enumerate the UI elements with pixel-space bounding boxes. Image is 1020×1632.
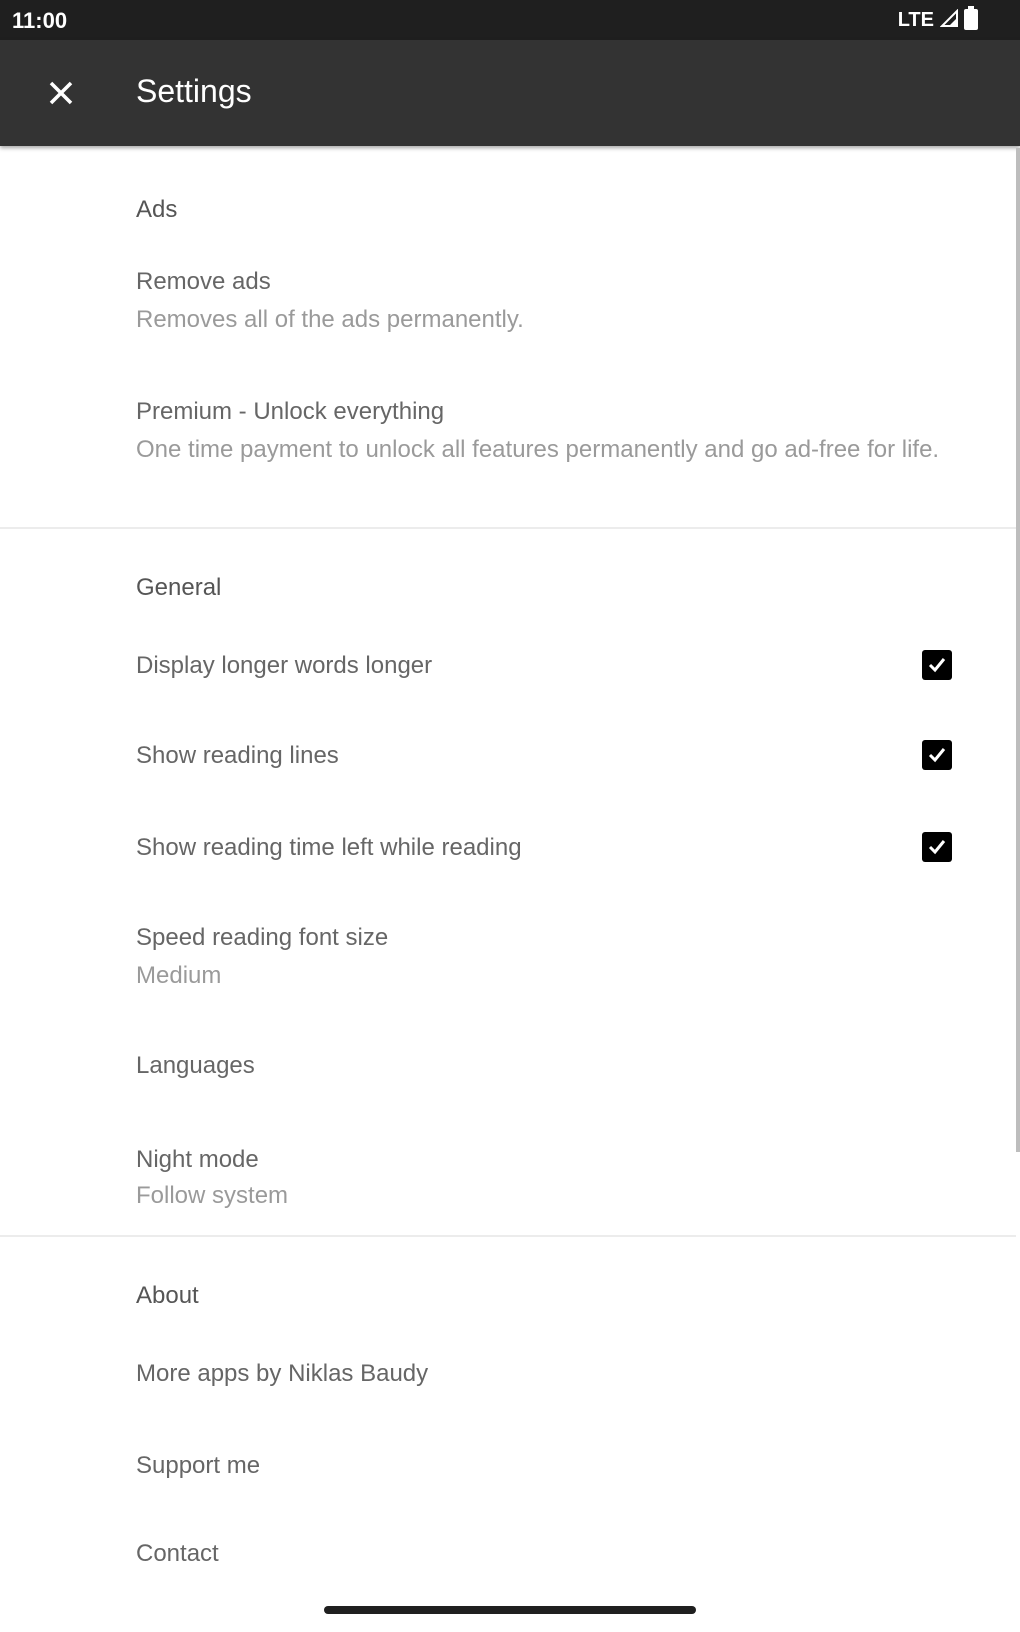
pref-summary: Medium	[136, 962, 222, 989]
app-toolbar: Settings	[0, 40, 1020, 146]
section-divider	[0, 1235, 1016, 1237]
close-button[interactable]	[38, 70, 84, 116]
status-time: 11:00	[12, 8, 68, 33]
network-type: LTE	[897, 8, 934, 31]
signal-icon	[939, 8, 958, 32]
category-general: General	[136, 574, 222, 601]
gesture-nav-handle[interactable]	[324, 1606, 696, 1614]
status-bar: 11:00 LTE	[0, 0, 1020, 40]
pref-remove-ads[interactable]: Remove ads Removes all of the ads perman…	[0, 252, 1016, 348]
pref-summary: One time payment to unlock all features …	[136, 436, 940, 463]
pref-premium[interactable]: Premium - Unlock everything One time pay…	[0, 380, 1016, 510]
check-icon	[928, 840, 946, 855]
pref-contact[interactable]: Contact	[0, 1512, 1016, 1592]
category-ads: Ads	[136, 196, 178, 223]
pref-summary: Removes all of the ads permanently.	[136, 306, 524, 333]
pref-night-mode[interactable]: Night mode Follow system	[0, 1118, 1016, 1218]
pref-title: Contact	[136, 1540, 219, 1567]
pref-title: Support me	[136, 1452, 261, 1479]
section-divider	[0, 527, 1016, 529]
pref-title: Night mode	[136, 1146, 259, 1173]
pref-summary: Follow system	[136, 1182, 289, 1209]
page-title: Settings	[136, 73, 252, 109]
pref-title: Speed reading font size	[136, 924, 389, 951]
close-icon	[49, 81, 73, 105]
pref-display-longer-words[interactable]: Display longer words longer	[0, 622, 1016, 708]
status-icons: LTE	[897, 5, 978, 35]
checkbox-reading-lines[interactable]	[922, 740, 952, 770]
pref-title: Show reading lines	[136, 742, 339, 769]
pref-font-size[interactable]: Speed reading font size Medium	[0, 900, 1016, 1000]
pref-title: Languages	[136, 1052, 255, 1079]
pref-show-reading-lines[interactable]: Show reading lines	[0, 712, 1016, 798]
pref-title: Show reading time left while reading	[136, 834, 522, 861]
pref-title: Remove ads	[136, 268, 271, 295]
pref-title: Premium - Unlock everything	[136, 398, 445, 425]
scrollbar[interactable]	[1016, 148, 1020, 1152]
pref-title: Display longer words longer	[136, 652, 433, 679]
check-icon	[928, 748, 946, 763]
pref-show-reading-time[interactable]: Show reading time left while reading	[0, 802, 1016, 888]
checkbox-reading-time[interactable]	[922, 832, 952, 862]
checkbox-display-longer[interactable]	[922, 650, 952, 680]
pref-support-me[interactable]: Support me	[0, 1424, 1016, 1504]
pref-more-apps[interactable]: More apps by Niklas Baudy	[0, 1336, 1016, 1416]
pref-title: More apps by Niklas Baudy	[136, 1360, 429, 1387]
pref-languages[interactable]: Languages	[0, 1020, 1016, 1100]
category-about: About	[136, 1282, 199, 1309]
check-icon	[928, 658, 946, 673]
battery-icon	[964, 5, 978, 35]
